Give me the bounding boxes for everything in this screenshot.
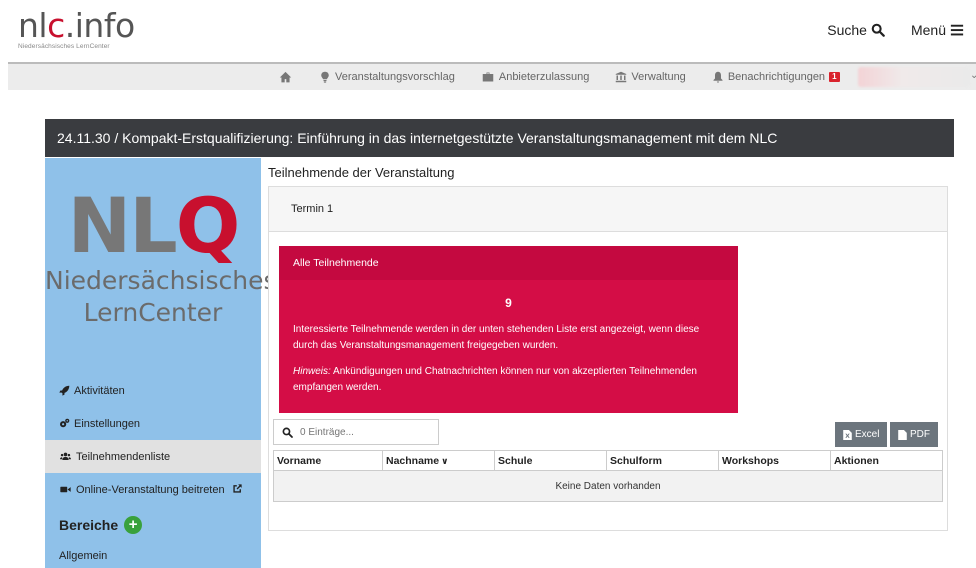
gears-icon <box>60 418 70 428</box>
briefcase-icon <box>482 72 494 82</box>
top-header: nlc.info Niedersächsisches LernCenter Su… <box>0 0 976 62</box>
excel-label: Excel <box>855 429 880 440</box>
nav-home[interactable] <box>278 71 293 84</box>
logo-accent: c <box>47 6 65 45</box>
participant-count: 9 <box>505 296 512 310</box>
nlq-logo-q: Q <box>175 181 241 270</box>
alert-hint: Hinweis: Ankündigungen und Chatnachricht… <box>279 364 738 396</box>
menu-button[interactable]: Menü <box>911 22 964 38</box>
nav-verwaltung[interactable]: Verwaltung <box>615 71 686 83</box>
sort-chevron-down-icon: ∨ <box>441 455 449 466</box>
column-header-aktionen: Aktionen <box>830 450 943 471</box>
column-header-schulform[interactable]: Schulform <box>606 450 719 471</box>
alert-text: Interessierte Teilnehmende werden in der… <box>293 324 700 351</box>
event-title-bar: 24.11.30 / Kompakt-Erstqualifizierung: E… <box>45 119 954 157</box>
table-header-row: Vorname Nachname ∨ Schule Schulform Works… <box>273 450 943 471</box>
logo-prefix: nl <box>18 6 48 45</box>
participant-search[interactable] <box>273 419 439 445</box>
nlq-logo: NLQ Niedersächsisches LernCenter <box>45 188 277 328</box>
page-title: Teilnehmende der Veranstaltung <box>268 165 455 180</box>
column-header-schule[interactable]: Schule <box>494 450 607 471</box>
sidebar: NLQ Niedersächsisches LernCenter Aktivit… <box>45 158 277 568</box>
sidebar-item-label: Teilnehmendenliste <box>76 450 171 463</box>
nav-label: Benachrichtigungen <box>727 71 826 83</box>
bereiche-section: Bereiche + <box>45 506 261 544</box>
external-link-icon[interactable] <box>232 483 243 494</box>
sidebar-item-teilnehmendenliste[interactable]: Teilnehmendenliste <box>45 440 261 473</box>
bell-icon <box>713 71 723 83</box>
sidebar-item-label: Online-Veranstaltung beitreten <box>76 483 225 496</box>
nav-anbieterzulassung[interactable]: Anbieterzulassung <box>481 71 590 83</box>
column-header-vorname[interactable]: Vorname <box>273 450 383 471</box>
nav-benachrichtigungen[interactable]: Benachrichtigungen 1 <box>712 71 840 83</box>
search-icon <box>871 23 885 37</box>
participants-panel: Termin 1 Alle Teilnehmende 9 Interessier… <box>268 186 948 531</box>
sidebar-item-online-veranstaltung[interactable]: Online-Veranstaltung beitreten <box>45 473 261 506</box>
search-icon <box>282 427 293 438</box>
sidebar-item-aktivitaeten[interactable]: Aktivitäten <box>45 374 261 407</box>
export-pdf-button[interactable]: PDF <box>890 422 938 447</box>
column-header-workshops[interactable]: Workshops <box>718 450 831 471</box>
lightbulb-icon <box>321 71 329 83</box>
nlq-logo-letters: NL <box>67 181 178 270</box>
video-icon <box>60 486 71 493</box>
alert-heading: Alle Teilnehmende <box>279 246 738 280</box>
nav-label: Verwaltung <box>631 71 686 83</box>
chevron-down-icon[interactable]: ⌄ <box>970 70 976 81</box>
column-header-nachname[interactable]: Nachname ∨ <box>382 450 495 471</box>
hamburger-icon <box>950 24 964 36</box>
nav-label: Veranstaltungsvorschlag <box>335 71 455 83</box>
sidebar-item-allgemein[interactable]: Allgemein <box>45 550 261 562</box>
sidebar-item-label: Einstellungen <box>74 417 141 430</box>
nav-label: Anbieterzulassung <box>498 71 590 83</box>
tab-termin-1[interactable]: Termin 1 <box>269 187 947 232</box>
bank-icon <box>616 71 627 83</box>
add-bereich-button[interactable]: + <box>124 516 143 534</box>
participants-alert: Alle Teilnehmende 9 Interessierte Teilne… <box>279 246 738 413</box>
notification-badge: 1 <box>829 72 840 82</box>
site-logo[interactable]: nlc.info Niedersächsisches LernCenter <box>18 9 135 50</box>
bereiche-label: Bereiche <box>59 517 119 533</box>
user-account-blurred[interactable] <box>858 67 970 87</box>
pdf-label: PDF <box>910 429 930 440</box>
export-excel-button[interactable]: Excel <box>835 422 888 447</box>
hint-label: Hinweis: <box>293 366 331 377</box>
main-navbar: Veranstaltungsvorschlag Anbieterzulassun… <box>8 62 976 90</box>
menu-label: Menü <box>910 22 946 38</box>
search-button[interactable]: Suche <box>827 22 885 38</box>
nav-veranstaltungsvorschlag[interactable]: Veranstaltungsvorschlag <box>319 71 455 83</box>
participants-table: Vorname Nachname ∨ Schule Schulform Works… <box>273 450 943 502</box>
file-pdf-icon <box>898 429 907 440</box>
nlq-logo-line2: LernCenter <box>83 298 223 327</box>
sidebar-item-label: Aktivitäten <box>74 384 125 397</box>
empty-table-message: Keine Daten vorhanden <box>273 470 943 502</box>
rocket-icon <box>59 385 70 396</box>
users-icon <box>60 452 71 460</box>
nlq-logo-line1: Niedersächsisches <box>45 266 277 295</box>
file-excel-icon <box>843 429 852 440</box>
hint-text: Ankündigungen und Chatnachrichten können… <box>293 366 697 393</box>
home-icon <box>279 71 292 82</box>
table-row: Keine Daten vorhanden <box>273 470 943 502</box>
logo-suffix: .info <box>64 6 135 45</box>
sidebar-item-einstellungen[interactable]: Einstellungen <box>45 407 261 440</box>
search-input[interactable] <box>300 426 430 438</box>
search-label: Suche <box>827 22 867 38</box>
